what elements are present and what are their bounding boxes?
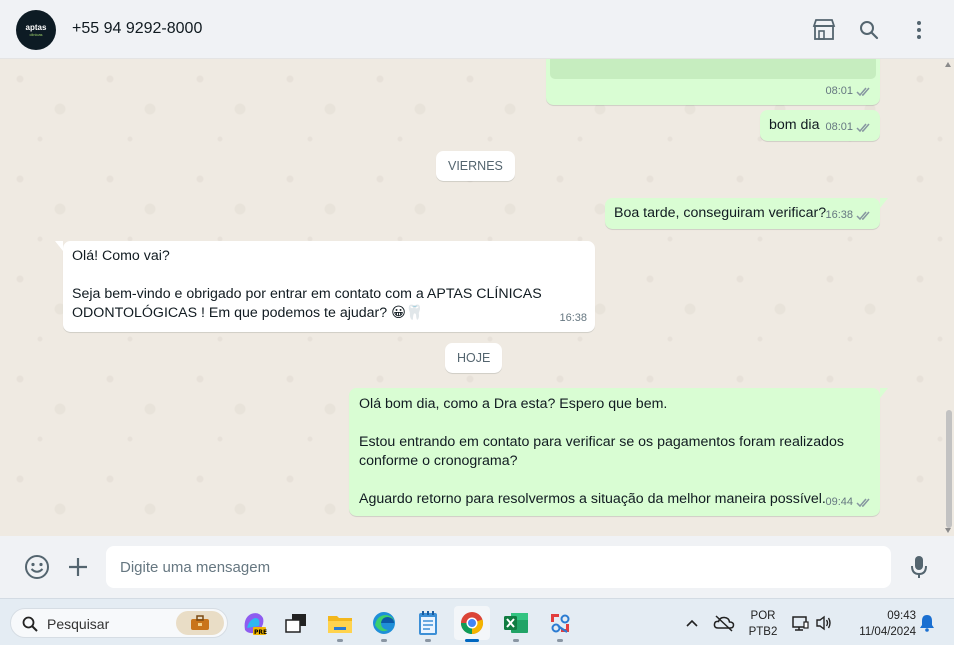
taskbar-search[interactable]: Pesquisar xyxy=(10,608,228,638)
message-bubble-incoming[interactable]: Olá! Como vai? Seja bem-vindo e obrigado… xyxy=(55,241,595,332)
taskbar-search-label: Pesquisar xyxy=(47,616,110,632)
message-list[interactable]: 08:01 bom dia 08:01 VIERNES Boa tarde, c… xyxy=(0,59,954,536)
message-text: bom dia xyxy=(769,117,820,133)
contact-avatar[interactable]: aptas clinicas xyxy=(16,10,56,50)
date-separator: HOJE xyxy=(445,343,503,373)
system-clock[interactable]: 09:43 11/04/2024 xyxy=(846,608,916,640)
message-meta: 08:01 xyxy=(825,118,872,137)
message-text: ODONTOLÓGICAS ! Em que podemos te ajudar… xyxy=(72,305,424,321)
avatar-logo-text: aptas xyxy=(25,22,47,32)
app-running-indicator xyxy=(381,639,387,642)
message-bubble-outgoing[interactable]: bom dia 08:01 xyxy=(760,110,880,141)
double-check-icon xyxy=(856,123,870,133)
message-composer xyxy=(0,536,954,598)
message-time: 09:44 xyxy=(825,496,853,508)
snipping-tool-icon[interactable] xyxy=(542,606,578,642)
message-meta: 08:01 xyxy=(825,82,872,101)
menu-kebab-icon[interactable] xyxy=(906,17,932,43)
language-code: POR xyxy=(750,610,776,622)
message-meta: 16:38 xyxy=(825,206,872,225)
attach-plus-icon[interactable] xyxy=(65,554,91,580)
double-check-icon xyxy=(856,87,870,97)
message-bubble-outgoing[interactable]: 08:01 xyxy=(546,59,880,105)
double-check-icon xyxy=(856,498,870,508)
search-icon[interactable] xyxy=(856,17,882,43)
search-icon xyxy=(22,616,38,632)
chat-scrollbar[interactable] xyxy=(945,60,953,535)
bubble-tail xyxy=(55,241,63,251)
date-separator: VIERNES xyxy=(436,151,515,181)
app-running-indicator xyxy=(425,639,431,642)
message-text: Estou entrando em contato para verificar… xyxy=(359,434,845,450)
message-time: 08:01 xyxy=(825,85,853,97)
message-bubble-outgoing[interactable]: Olá bom dia, como a Dra esta? Espero que… xyxy=(349,388,888,516)
scroll-up-arrow-icon[interactable] xyxy=(945,62,951,67)
message-bubble-outgoing[interactable]: Boa tarde, conseguiram verificar? 16:38 xyxy=(605,198,888,229)
message-meta: 16:38 xyxy=(559,309,587,328)
copilot-preview-icon[interactable]: PRE xyxy=(236,606,272,640)
edge-browser-icon[interactable] xyxy=(366,606,402,642)
clock-time: 09:43 xyxy=(887,610,916,622)
windows-taskbar: Pesquisar PRE POR PTB2 09:43 11/04/2024 xyxy=(0,598,954,645)
app-running-indicator xyxy=(337,639,343,642)
svg-text:PRE: PRE xyxy=(254,629,267,636)
app-active-indicator xyxy=(465,639,479,642)
message-attachment-preview[interactable] xyxy=(550,59,876,79)
message-time: 16:38 xyxy=(559,312,587,324)
message-text: conforme o cronograma? xyxy=(359,453,518,469)
notepad-icon[interactable] xyxy=(410,606,446,642)
file-explorer-icon[interactable] xyxy=(322,606,358,642)
scroll-down-arrow-icon[interactable] xyxy=(945,528,951,533)
chrome-browser-icon[interactable] xyxy=(454,606,490,642)
chevron-up-icon[interactable] xyxy=(680,606,704,640)
message-meta: 09:44 xyxy=(825,493,872,512)
catalog-store-icon[interactable] xyxy=(811,17,837,43)
message-time: 08:01 xyxy=(825,121,853,133)
contact-name[interactable]: +55 94 9292-8000 xyxy=(72,20,202,38)
task-view-icon[interactable] xyxy=(278,606,314,640)
app-running-indicator xyxy=(513,639,519,642)
message-text: Seja bem-vindo e obrigado por entrar em … xyxy=(72,286,542,302)
app-running-indicator xyxy=(557,639,563,642)
message-text: Aguardo retorno para resolvermos a situa… xyxy=(359,491,826,507)
keyboard-layout: PTB2 xyxy=(748,626,778,638)
onedrive-offline-icon[interactable] xyxy=(710,606,738,640)
scroll-thumb[interactable] xyxy=(946,410,952,528)
avatar-logo-subtext: clinicas xyxy=(29,31,43,37)
input-language-indicator[interactable]: POR PTB2 xyxy=(746,608,780,640)
search-highlight-briefcase-icon[interactable] xyxy=(176,611,224,635)
clock-date: 11/04/2024 xyxy=(859,626,916,638)
bubble-tail xyxy=(880,198,888,208)
message-time: 16:38 xyxy=(825,209,853,221)
network-icon[interactable] xyxy=(788,606,812,640)
microphone-icon[interactable] xyxy=(906,554,932,580)
message-text: Boa tarde, conseguiram verificar? xyxy=(614,205,827,221)
emoji-icon[interactable] xyxy=(24,554,50,580)
bubble-tail xyxy=(880,388,888,398)
message-input[interactable] xyxy=(106,546,891,588)
message-text: Olá! Como vai? xyxy=(72,248,170,264)
notification-bell-icon[interactable] xyxy=(916,606,938,640)
chat-header: aptas clinicas +55 94 9292-8000 xyxy=(0,0,954,59)
excel-icon[interactable] xyxy=(498,606,534,642)
double-check-icon xyxy=(856,211,870,221)
message-text: Olá bom dia, como a Dra esta? Espero que… xyxy=(359,396,668,412)
volume-icon[interactable] xyxy=(812,606,836,640)
